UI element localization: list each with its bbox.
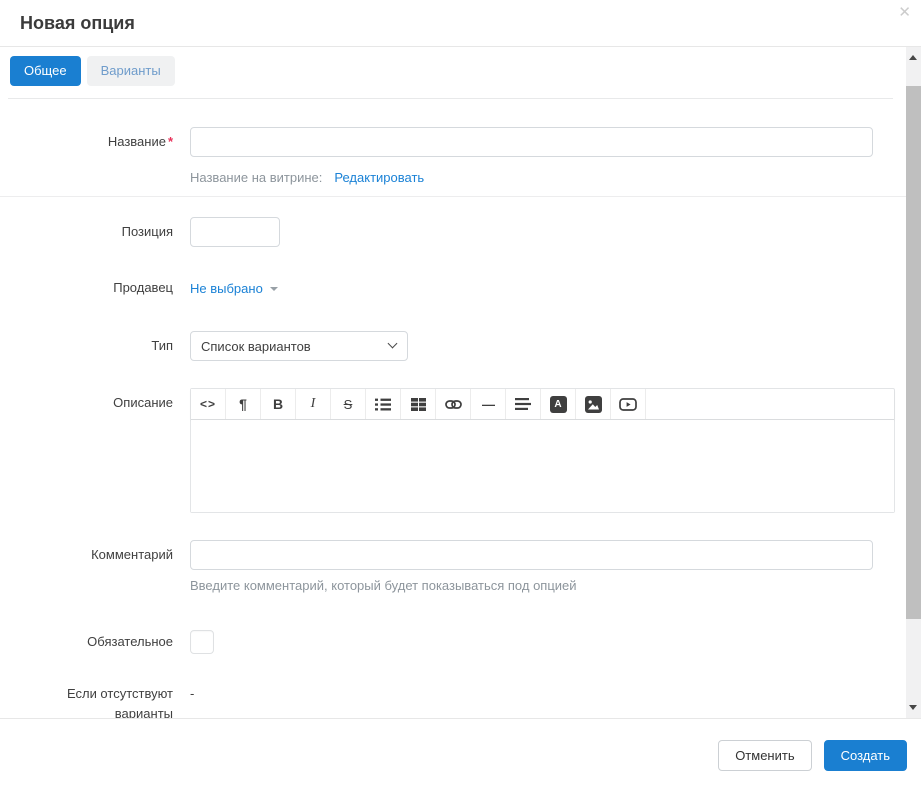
horizontal-line-icon[interactable]: —	[471, 389, 506, 419]
comment-label: Комментарий	[91, 547, 173, 562]
required-checkbox[interactable]	[190, 630, 214, 654]
rich-text-editor: <> ¶ B I S — A	[190, 388, 895, 513]
position-input[interactable]	[190, 217, 280, 247]
required-label: Обязательное	[87, 634, 173, 649]
field-row-type: Тип Список вариантов	[0, 331, 906, 361]
caret-down-icon	[269, 287, 278, 291]
code-view-icon[interactable]: <>	[191, 389, 226, 419]
scrollbar-thumb[interactable]	[906, 86, 921, 619]
required-field-cell	[190, 630, 906, 659]
seller-label: Продавец	[113, 280, 173, 295]
name-field-cell: Название на витрине: Редактировать	[190, 127, 906, 185]
scroll-up-arrow-icon[interactable]	[909, 55, 917, 60]
name-label-text: Название	[107, 134, 166, 149]
align-icon[interactable]	[506, 389, 541, 419]
storefront-name-row: Название на витрине: Редактировать	[190, 170, 906, 185]
missing-variants-label-line1: Если отсутствуют	[66, 686, 173, 701]
dialog-header: Новая опция ✕	[0, 0, 921, 47]
create-button[interactable]: Создать	[823, 739, 907, 771]
comment-field-cell: Введите комментарий, который будет показ…	[190, 540, 906, 593]
field-row-name: Название * Название на витрине: Редактиро…	[0, 127, 906, 185]
position-field-cell	[190, 217, 906, 247]
field-row-missing-variants: Если отсутствуют варианты -	[0, 684, 906, 718]
name-input[interactable]	[190, 127, 873, 157]
editor-toolbar: <> ¶ B I S — A	[191, 389, 894, 420]
font-color-icon[interactable]: A	[541, 389, 576, 419]
field-row-comment: Комментарий Введите комментарий, который…	[0, 540, 906, 593]
dialog-body: Общее Варианты Название * Название на вит…	[0, 47, 921, 718]
insert-table-icon[interactable]	[401, 389, 436, 419]
seller-dropdown-link[interactable]: Не выбрано	[190, 281, 263, 296]
insert-image-icon[interactable]	[576, 389, 611, 419]
comment-hint: Введите комментарий, который будет показ…	[190, 578, 577, 593]
storefront-name-hint: Название на витрине:	[190, 169, 323, 185]
paragraph-format-icon[interactable]: ¶	[226, 389, 261, 419]
description-label: Описание	[113, 395, 173, 410]
missing-variants-label: Если отсутствуют варианты	[0, 684, 173, 718]
close-icon[interactable]: ✕	[898, 5, 911, 20]
option-form: Название * Название на витрине: Редактиро…	[0, 99, 906, 718]
type-select-wrap: Список вариантов	[190, 331, 408, 361]
comment-input[interactable]	[190, 540, 873, 570]
field-row-description: Описание <> ¶ B I S — A	[0, 388, 906, 513]
cancel-button[interactable]: Отменить	[718, 739, 812, 771]
dialog-title: Новая опция	[20, 12, 135, 33]
required-asterisk: *	[167, 134, 173, 149]
unordered-list-icon[interactable]	[366, 389, 401, 419]
name-label: Название *	[0, 127, 173, 150]
insert-link-icon[interactable]	[436, 389, 471, 419]
missing-variants-value: -	[190, 686, 195, 701]
description-editor-area[interactable]	[191, 420, 894, 512]
dialog-footer: Отменить Создать	[0, 718, 921, 791]
italic-icon[interactable]: I	[296, 389, 331, 419]
tab-general[interactable]: Общее	[10, 56, 81, 86]
seller-field-cell: Не выбрано	[190, 280, 906, 298]
new-option-dialog: Новая опция ✕ Общее Варианты Название * Н…	[0, 0, 921, 791]
tab-variants[interactable]: Варианты	[86, 56, 175, 86]
type-label: Тип	[151, 338, 173, 353]
field-row-required: Обязательное	[0, 630, 906, 659]
strikethrough-icon[interactable]: S	[331, 389, 366, 419]
section-divider	[0, 196, 906, 197]
edit-storefront-name-link[interactable]: Редактировать	[334, 170, 424, 185]
position-label: Позиция	[121, 224, 173, 239]
field-row-position: Позиция	[0, 217, 906, 247]
tab-bar: Общее Варианты	[0, 47, 906, 86]
scroll-down-arrow-icon[interactable]	[909, 705, 917, 710]
vertical-scrollbar[interactable]	[906, 47, 921, 718]
insert-video-icon[interactable]	[611, 389, 646, 419]
field-row-seller: Продавец Не выбрано	[0, 280, 906, 298]
missing-variants-label-line2: варианты	[114, 706, 173, 718]
type-select[interactable]: Список вариантов	[190, 331, 408, 361]
bold-icon[interactable]: B	[261, 389, 296, 419]
